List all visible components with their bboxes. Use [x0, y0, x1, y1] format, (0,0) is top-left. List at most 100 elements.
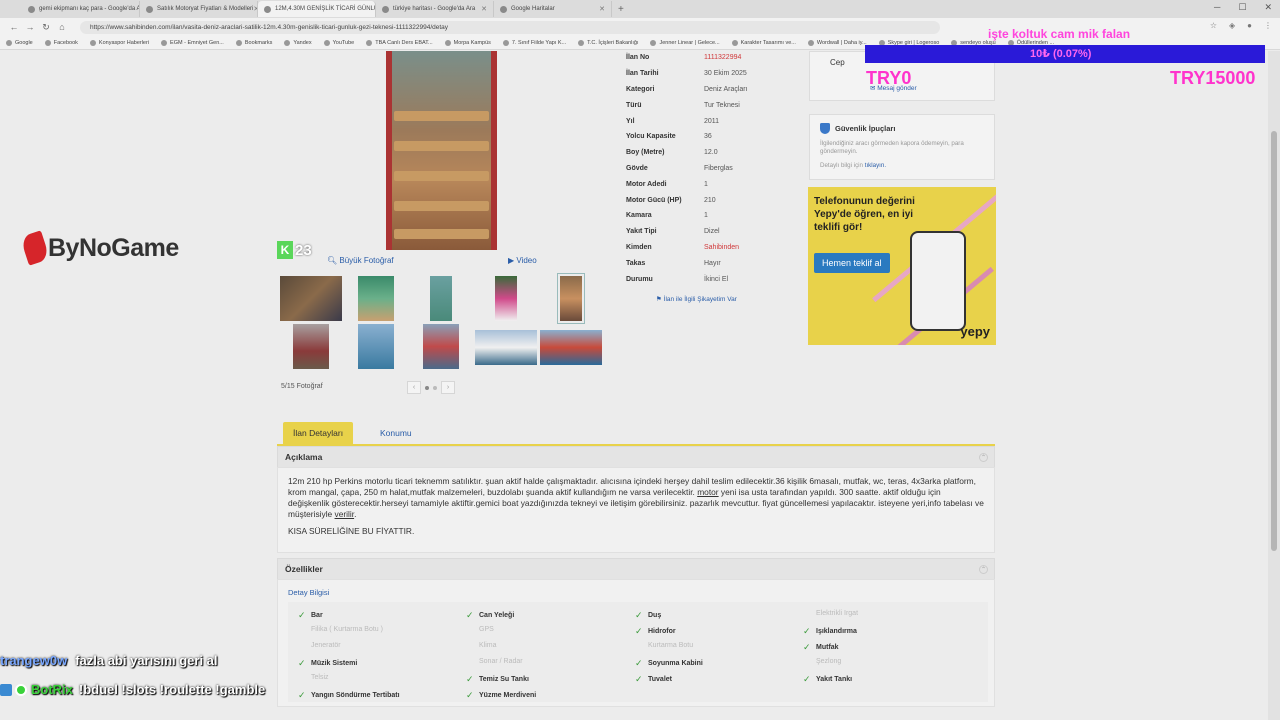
browser-tab[interactable]: Google Haritalar ✕ [494, 1, 612, 17]
maximize-icon[interactable]: ☐ [1238, 2, 1246, 13]
close-tab-icon[interactable]: ✕ [599, 5, 605, 13]
detail-key: İlan No [626, 54, 650, 62]
bookmark-favicon-icon [6, 39, 12, 46]
chat-message: trangew0w fazla abi yarısını geri al [0, 653, 218, 668]
chevron-up-icon[interactable]: ⌃ [979, 565, 988, 574]
bookmark-item[interactable]: YouTube [323, 39, 354, 46]
main-photo[interactable] [386, 51, 497, 250]
scrollbar-thumb[interactable] [1271, 131, 1277, 551]
bookmark-item[interactable]: Yandex [284, 39, 312, 46]
detail-row: Motor Gücü (HP) 210 [626, 192, 796, 208]
browser-tab[interactable]: 12M,4.30M GENİŞLİK TİCARİ GÜNLÜK✕ [258, 1, 376, 17]
feature-item: ✓ Bar [298, 610, 323, 621]
new-tab-button[interactable]: + [618, 4, 624, 15]
browser-tab[interactable]: gemi ekipmanı kaç para - Google'da Ara✕ [22, 1, 140, 17]
profile-icon[interactable]: ● [1247, 21, 1252, 30]
bookmark-item[interactable]: Karakter Tasarımı ve... [731, 39, 796, 46]
yepy-ad[interactable]: Telefonunun değerini Yepy'de öğren, en i… [808, 187, 996, 345]
menu-icon[interactable]: ⋮ [1264, 21, 1272, 30]
feature-item: ✓ Işıklandırma [803, 626, 857, 637]
close-icon[interactable]: ✕ [1264, 2, 1272, 13]
minimize-icon[interactable]: ─ [1214, 2, 1220, 13]
photo-thumbnail[interactable] [423, 324, 459, 369]
bookmark-item[interactable]: EGM - Emniyet Gen... [161, 39, 224, 46]
scrollbar[interactable] [1268, 51, 1280, 720]
detail-key: Türü [626, 101, 642, 109]
donation-goal-current: TRY0 [866, 68, 912, 88]
photo-thumbnail[interactable] [495, 276, 517, 321]
forward-icon[interactable]: → [22, 22, 38, 32]
photo-thumbnail[interactable] [280, 276, 342, 321]
browser-tab[interactable]: türkiye haritası - Google'da Ara ✕ [376, 1, 494, 17]
feature-label: Yakıt Tankı [816, 676, 853, 683]
pager-prev-button[interactable]: ‹ [407, 381, 421, 394]
detail-tabs: İlan Detayları Konumu [277, 422, 995, 446]
favicon-icon [382, 5, 389, 13]
chevron-up-icon[interactable]: ⌃ [979, 453, 988, 462]
safety-more-prefix: Detaylı bilgi için [820, 162, 863, 169]
bookmark-item[interactable]: Morpa Kampüs [444, 39, 491, 46]
photo-thumbnail[interactable] [540, 330, 602, 365]
star-icon[interactable]: ☆ [1210, 21, 1217, 30]
feature-item: Filika ( Kurtarma Botu ) [298, 626, 383, 633]
play-icon: ▶ [508, 256, 515, 265]
check-icon: ✓ [803, 674, 811, 684]
detail-value: Tur Teknesi [704, 101, 740, 109]
bookmark-item[interactable]: T.C. İçişleri Bakanlığı [578, 39, 638, 46]
detail-row: İlan Tarihi 30 Ekim 2025 [626, 66, 796, 82]
verilir-link[interactable]: verilir [335, 509, 355, 519]
photo-detail [394, 141, 489, 151]
reload-icon[interactable]: ↻ [38, 22, 54, 33]
chat-text: !bduel !slots !roulette !gamble [78, 682, 266, 697]
photo-thumbnail[interactable] [293, 324, 329, 369]
features-header[interactable]: Özellikler ⌃ [277, 558, 995, 580]
bookmark-item[interactable]: Bookmarks [235, 39, 272, 46]
photo-thumbnail[interactable] [475, 330, 537, 365]
bookmark-item[interactable]: Jenner Linear | Gelece... [650, 39, 720, 46]
home-icon[interactable]: ⌂ [54, 22, 70, 32]
feature-item: Elektrikli Irgat [803, 610, 858, 617]
tab-details[interactable]: İlan Detayları [283, 422, 354, 444]
bookmark-favicon-icon [650, 39, 657, 46]
feature-label: Tuvalet [648, 676, 672, 683]
ad-button[interactable]: Hemen teklif al [814, 253, 890, 273]
motor-link[interactable]: motor [697, 487, 718, 497]
bookmark-label: EGM - Emniyet Gen... [170, 39, 224, 46]
detail-row: Durumu İkinci El [626, 271, 796, 287]
photo-thumbnail[interactable] [358, 324, 394, 369]
pager-dot-active[interactable] [425, 385, 429, 390]
big-photo-link[interactable]: 🔍︎ Büyük Fotoğraf [327, 256, 394, 265]
photo-thumbnail[interactable] [358, 276, 394, 321]
detail-row: Kamara 1 [626, 208, 796, 224]
back-icon[interactable]: ← [6, 22, 22, 32]
photo-thumbnail[interactable] [430, 276, 452, 321]
bookmark-item[interactable]: Google [6, 39, 33, 46]
bookmark-item[interactable]: Facebook [44, 39, 78, 46]
cep-label: Cep [830, 58, 845, 67]
tab-location[interactable]: Konumu [370, 422, 422, 444]
feature-label: Elektrikli Irgat [816, 610, 859, 617]
bookmark-item[interactable]: Wordwall | Daha iy... [807, 39, 867, 46]
url-input[interactable]: https://www.sahibinden.com/ilan/vasita-d… [80, 20, 940, 34]
bookmark-item[interactable]: Konyaspor Haberleri [89, 39, 149, 46]
photo-detail [491, 51, 497, 250]
photo-thumbnail-selected[interactable] [557, 273, 585, 324]
pager-next-button[interactable]: › [441, 381, 455, 394]
complaint-link[interactable]: ⚑ İlan ile İlgili Şikayetim Var [656, 295, 737, 303]
extension-icon[interactable]: ◈ [1229, 21, 1235, 30]
feature-item: ✓ Mutfak [803, 642, 839, 653]
bookmark-item[interactable]: 7. Sınıf Fiilde Yapı K... [502, 39, 566, 46]
safety-more-link[interactable]: tıklayın. [865, 162, 886, 169]
bookmark-item[interactable]: TBA Canlı Ders EBAT... [366, 39, 433, 46]
feature-label: Duş [648, 612, 662, 619]
browser-tab[interactable]: Satılık Motoryat Fiyatları & Modelleri✕ [140, 1, 258, 17]
ad-headline: Telefonunun değerini Yepy'de öğren, en i… [814, 196, 915, 233]
bot-badge-icon [0, 683, 12, 696]
window-controls: ─ ☐ ✕ [1214, 2, 1272, 13]
pager-dot[interactable] [433, 385, 437, 390]
video-link[interactable]: ▶ Video [508, 256, 537, 265]
bookmark-label: TBA Canlı Ders EBAT... [375, 39, 433, 46]
close-tab-icon[interactable]: ✕ [481, 5, 487, 13]
description-header[interactable]: Açıklama ⌃ [277, 446, 995, 468]
feature-label: Bar [311, 612, 323, 619]
